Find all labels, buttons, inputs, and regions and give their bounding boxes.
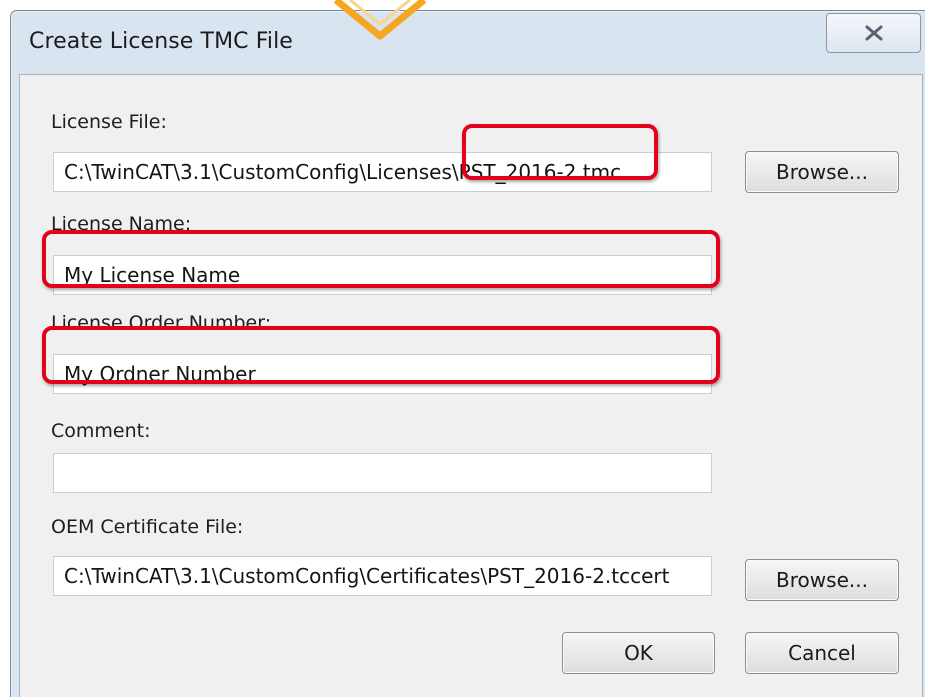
comment-label: Comment: [51, 420, 151, 442]
license-file-label: License File: [51, 111, 167, 133]
close-x-icon [865, 25, 882, 41]
screenshot-stage: Create License TMC File License File: C:… [0, 0, 925, 697]
oem-cert-label: OEM Certificate File: [51, 516, 244, 538]
cancel-button[interactable]: Cancel [745, 632, 899, 674]
comment-input[interactable] [53, 453, 712, 493]
license-file-name: \PST_2016-2.tmc [451, 160, 622, 184]
orange-arrow-annotation-icon [333, 0, 427, 40]
license-name-label: License Name: [51, 213, 192, 235]
dialog-window: Create License TMC File License File: C:… [10, 10, 925, 697]
oem-cert-input[interactable]: C:\TwinCAT\3.1\CustomConfig\Certificates… [53, 556, 712, 596]
close-button[interactable] [826, 13, 921, 53]
browse-cert-button[interactable]: Browse... [745, 559, 899, 601]
browse-license-button[interactable]: Browse... [745, 151, 899, 193]
license-name-input[interactable] [53, 255, 712, 295]
ok-button[interactable]: OK [562, 632, 715, 674]
license-file-input[interactable]: C:\TwinCAT\3.1\CustomConfig\Licenses\PST… [53, 152, 712, 192]
dialog-client-area: License File: C:\TwinCAT\3.1\CustomConfi… [19, 74, 923, 697]
dialog-title: Create License TMC File [29, 29, 293, 54]
order-number-label: License Order Number: [51, 312, 272, 334]
order-number-input[interactable] [53, 354, 712, 394]
license-file-path-prefix: C:\TwinCAT\3.1\CustomConfig\Licenses [64, 160, 452, 184]
